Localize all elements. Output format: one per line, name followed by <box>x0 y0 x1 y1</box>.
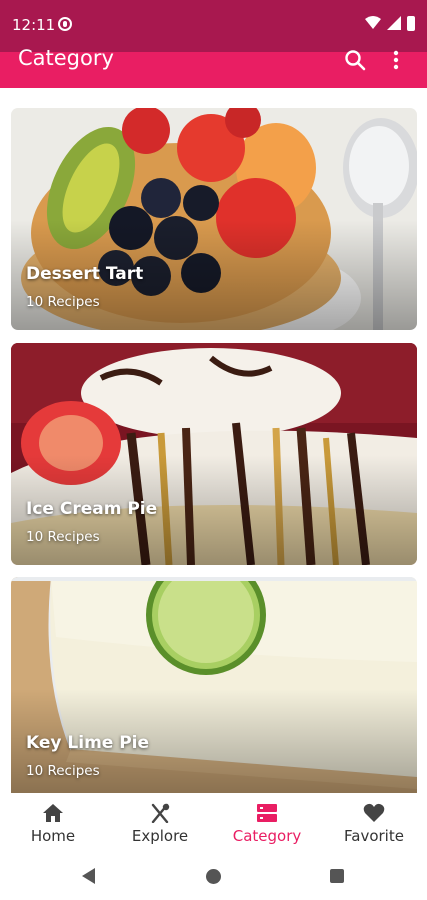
category-card-ice-cream-pie[interactable]: Ice Cream Pie 10 Recipes <box>11 343 417 565</box>
page-title: Category <box>18 46 114 70</box>
category-title: Key Lime Pie <box>26 733 150 753</box>
signal-icon <box>387 16 401 30</box>
recipe-count: 10 Recipes <box>26 763 100 779</box>
category-card-dessert-tart[interactable]: Dessert Tart 10 Recipes <box>11 108 417 330</box>
category-list[interactable]: Dessert Tart 10 Recipes Ice Cream Pie 10… <box>0 88 427 793</box>
category-title: Ice Cream Pie <box>26 499 158 519</box>
nav-explore[interactable]: Explore <box>107 793 213 851</box>
status-icons <box>365 15 415 31</box>
nav-favorite[interactable]: Favorite <box>321 793 427 851</box>
nav-home[interactable]: Home <box>0 793 106 851</box>
category-card-key-lime-pie[interactable]: Key Lime Pie 10 Recipes <box>11 577 417 793</box>
bottom-navigation: Home Explore Category Favorite <box>0 793 427 851</box>
category-title: Dessert Tart <box>26 264 144 284</box>
nav-category[interactable]: Category <box>214 793 320 851</box>
heart-icon <box>363 803 385 822</box>
recipe-count: 10 Recipes <box>26 529 100 545</box>
category-list-icon <box>257 804 277 822</box>
wifi-icon <box>365 16 381 29</box>
nav-home-label: Home <box>30 827 76 845</box>
nav-category-label: Category <box>232 827 302 845</box>
search-icon[interactable] <box>343 48 367 72</box>
home-icon <box>43 804 63 822</box>
status-time: 12:11 <box>12 16 56 34</box>
utensils-icon <box>151 803 170 823</box>
recents-icon[interactable] <box>330 869 344 883</box>
nav-explore-label: Explore <box>131 827 189 845</box>
nav-favorite-label: Favorite <box>344 827 404 845</box>
back-icon[interactable] <box>82 868 95 884</box>
recipe-count: 10 Recipes <box>26 294 100 310</box>
system-navigation-bar <box>0 851 427 900</box>
battery-icon <box>407 15 415 31</box>
home-button-icon[interactable] <box>206 869 221 884</box>
notification-icon <box>58 17 72 31</box>
more-options-icon[interactable] <box>388 48 404 72</box>
app-bar: Category <box>0 38 427 88</box>
